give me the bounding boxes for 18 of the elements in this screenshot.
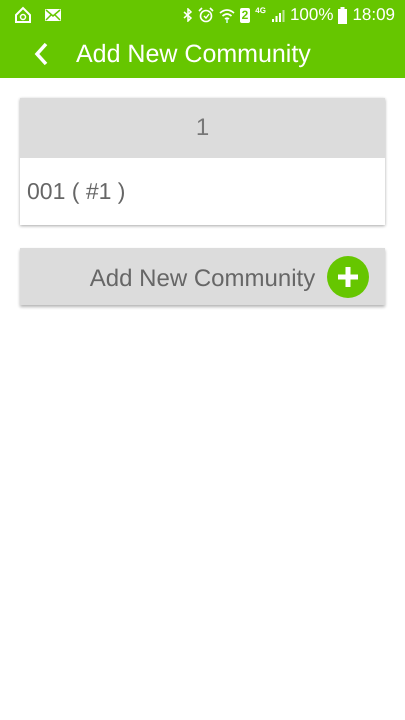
mail-icon xyxy=(45,9,61,21)
plus-icon xyxy=(327,256,369,298)
back-icon xyxy=(34,42,48,66)
sim-badge: 2 xyxy=(240,8,250,22)
bluetooth-icon xyxy=(182,8,193,22)
home-icon xyxy=(14,6,32,24)
alarm-icon xyxy=(198,7,214,23)
wifi-icon xyxy=(218,8,235,22)
battery-icon xyxy=(338,6,348,24)
signal-icon xyxy=(270,8,285,22)
back-button[interactable] xyxy=(34,40,50,68)
clock: 18:09 xyxy=(352,5,395,25)
card-header: 1 xyxy=(20,98,385,158)
battery-percent: 100% xyxy=(290,5,334,25)
network-label: 4G xyxy=(255,6,266,15)
screen-title: Add New Community xyxy=(76,40,311,68)
add-community-button[interactable]: Add New Community xyxy=(20,248,385,305)
community-item[interactable]: 001 ( #1 ) xyxy=(20,158,385,225)
